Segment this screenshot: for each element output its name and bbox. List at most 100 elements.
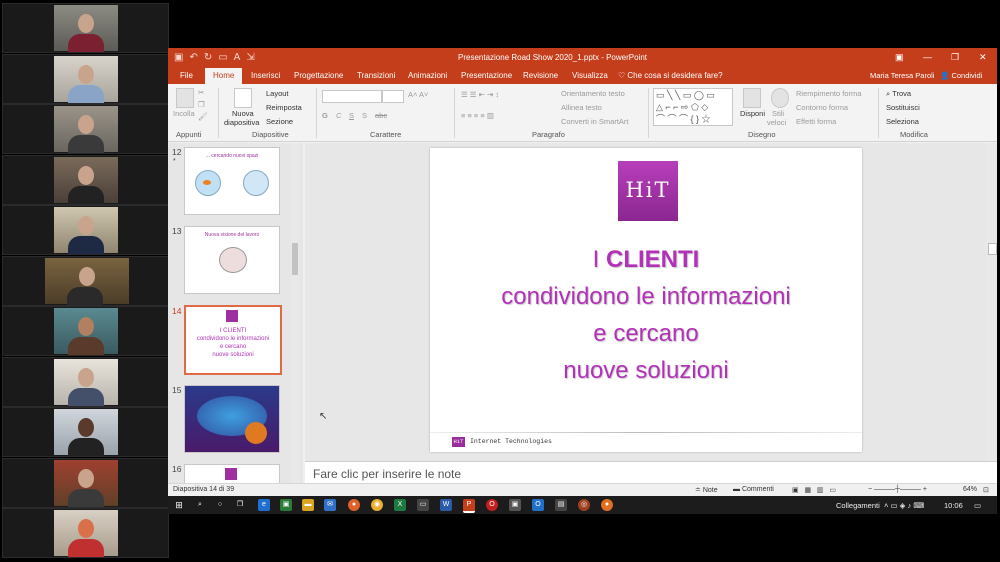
new-slide-button-line2[interactable]: diapositiva <box>224 118 259 127</box>
participant-video[interactable] <box>2 357 169 407</box>
task-view-icon[interactable]: ❐ <box>234 499 246 511</box>
close-button[interactable]: ✕ <box>979 52 987 63</box>
app-icon[interactable]: ● <box>601 499 613 511</box>
arrange-icon[interactable] <box>743 88 761 108</box>
participant-video[interactable] <box>2 508 169 558</box>
thumbnail-scrollbar[interactable] <box>291 143 299 483</box>
comments-button[interactable]: ▬ Commenti <box>733 486 774 493</box>
underline-button[interactable]: S <box>349 111 354 120</box>
zoom-level[interactable]: 64% <box>963 486 977 493</box>
strikethrough-button[interactable]: abc <box>375 111 387 120</box>
quick-styles-icon[interactable] <box>771 88 789 108</box>
shape-effects-button[interactable]: Effetti forma <box>796 117 836 126</box>
quick-styles-button-line2[interactable]: veloci <box>767 118 786 127</box>
notification-icon[interactable]: ▭ <box>974 501 981 510</box>
slide-thumbnail[interactable]: ... cercando nuovi spazi <box>184 147 280 215</box>
windows-start-icon[interactable]: ⊞ <box>173 499 185 511</box>
tell-me-box[interactable]: ♡ Che cosa si desidera fare? <box>618 71 723 80</box>
slide-thumbnail[interactable]: Nuova visione del lavoro <box>184 226 280 294</box>
store-icon[interactable]: ▣ <box>280 499 292 511</box>
font-size-select[interactable] <box>382 90 404 103</box>
quick-access-toolbar[interactable]: ▣↶↻▭A⇲ <box>174 52 261 63</box>
font-name-select[interactable] <box>322 90 382 103</box>
slide-scrollbar[interactable] <box>986 143 997 461</box>
paste-button[interactable]: Incolla <box>173 109 195 118</box>
copy-icon[interactable]: ❐ <box>198 100 205 109</box>
view-buttons[interactable]: ▣ ▦ ▥ ▭ <box>792 486 836 494</box>
minimize-button[interactable]: — <box>923 52 932 62</box>
paste-icon[interactable] <box>176 88 194 108</box>
notes-pane[interactable]: Fare clic per inserire le note <box>305 461 997 484</box>
slide-thumbnail-selected[interactable]: I CLIENTI condividono le informazioni e … <box>184 305 282 375</box>
app-icon[interactable]: ◎ <box>578 499 590 511</box>
current-slide[interactable]: HiT I CLIENTI condividono le informazion… <box>430 148 862 452</box>
reset-button[interactable]: Reimposta <box>266 103 302 112</box>
restore-button[interactable]: ❐ <box>951 52 959 63</box>
layout-button[interactable]: Layout <box>266 89 289 98</box>
clock[interactable]: 10:06 <box>944 501 963 510</box>
participant-video[interactable] <box>2 205 169 255</box>
tab-file[interactable]: File <box>180 71 193 80</box>
new-slide-icon[interactable] <box>234 88 252 108</box>
outlook-icon[interactable]: O <box>532 499 544 511</box>
zoom-slider[interactable]: − ———┼——— + <box>868 486 927 493</box>
share-button[interactable]: 👤 Condividi <box>940 71 982 80</box>
app-icon[interactable]: ▤ <box>555 499 567 511</box>
participant-video[interactable] <box>2 458 169 508</box>
participant-video[interactable] <box>2 104 169 154</box>
arrange-button[interactable]: Disponi <box>740 109 765 118</box>
shape-fill-button[interactable]: Riempimento forma <box>796 89 861 98</box>
user-name[interactable]: Maria Teresa Paroli <box>870 71 934 80</box>
text-direction-button[interactable]: Orientamento testo <box>561 89 625 98</box>
search-icon[interactable]: ⌕ <box>194 499 206 511</box>
slide-thumbnail[interactable] <box>184 464 280 484</box>
scrollbar-thumb[interactable] <box>988 243 997 255</box>
align-icons[interactable]: ≡ ≡ ≡ ≡ ▥ <box>461 111 494 120</box>
tab-view[interactable]: Visualizza <box>572 71 608 80</box>
tab-slideshow[interactable]: Presentazione <box>461 71 512 80</box>
participant-video[interactable] <box>2 256 169 306</box>
file-explorer-icon[interactable]: ▬ <box>302 499 314 511</box>
tab-animations[interactable]: Animazioni <box>408 71 447 80</box>
new-slide-button[interactable]: Nuova <box>232 109 254 118</box>
cortana-icon[interactable]: ○ <box>214 499 226 511</box>
word-icon[interactable]: W <box>440 499 452 511</box>
participant-video[interactable] <box>2 155 169 205</box>
convert-smartart-button[interactable]: Converti in SmartArt <box>561 117 629 126</box>
opera-icon[interactable]: O <box>486 499 498 511</box>
powerpoint-icon[interactable]: P <box>463 499 475 513</box>
mail-icon[interactable]: ✉ <box>324 499 336 511</box>
section-button[interactable]: Sezione <box>266 117 293 126</box>
font-grow-icon[interactable]: A˄ A˅ <box>408 90 428 99</box>
bullets-icon[interactable]: ☰ ☰ ⇤ ⇥ ↕ <box>461 90 499 99</box>
app-icon[interactable]: ▣ <box>509 499 521 511</box>
tab-transitions[interactable]: Transizioni <box>357 71 395 80</box>
system-tray-icons[interactable]: ˄ ▭ ◈ ♪ ⌨ <box>884 501 924 510</box>
terminal-icon[interactable]: ▭ <box>417 499 429 511</box>
tab-home[interactable]: Home <box>205 68 243 84</box>
chrome-icon[interactable]: ◉ <box>371 499 383 511</box>
participant-video[interactable] <box>2 3 169 53</box>
tab-insert[interactable]: Inserisci <box>251 71 280 80</box>
participant-video[interactable] <box>2 306 169 356</box>
participant-video[interactable] <box>2 407 169 457</box>
quick-styles-button[interactable]: Stili <box>772 109 784 118</box>
participant-video[interactable] <box>2 54 169 104</box>
italic-button[interactable]: C <box>336 111 341 120</box>
replace-button[interactable]: Sostituisci <box>886 103 920 112</box>
tab-design[interactable]: Progettazione <box>294 71 343 80</box>
slide-thumbnail[interactable] <box>184 385 280 453</box>
format-painter-icon[interactable]: 🖌 <box>198 112 208 121</box>
firefox-icon[interactable]: ● <box>348 499 360 511</box>
find-button[interactable]: ⌕ Trova <box>886 89 911 99</box>
excel-icon[interactable]: X <box>394 499 406 511</box>
align-text-button[interactable]: Allinea testo <box>561 103 602 112</box>
tab-review[interactable]: Revisione <box>523 71 558 80</box>
shadow-button[interactable]: S <box>362 111 367 120</box>
shape-outline-button[interactable]: Contorno forma <box>796 103 848 112</box>
fit-slide-icon[interactable]: ⊡ <box>983 486 989 494</box>
bold-button[interactable]: G <box>322 111 328 120</box>
select-button[interactable]: Seleziona <box>886 117 919 126</box>
cut-icon[interactable]: ✂ <box>198 88 204 97</box>
ribbon-display-icon[interactable]: ▣ <box>895 52 904 63</box>
